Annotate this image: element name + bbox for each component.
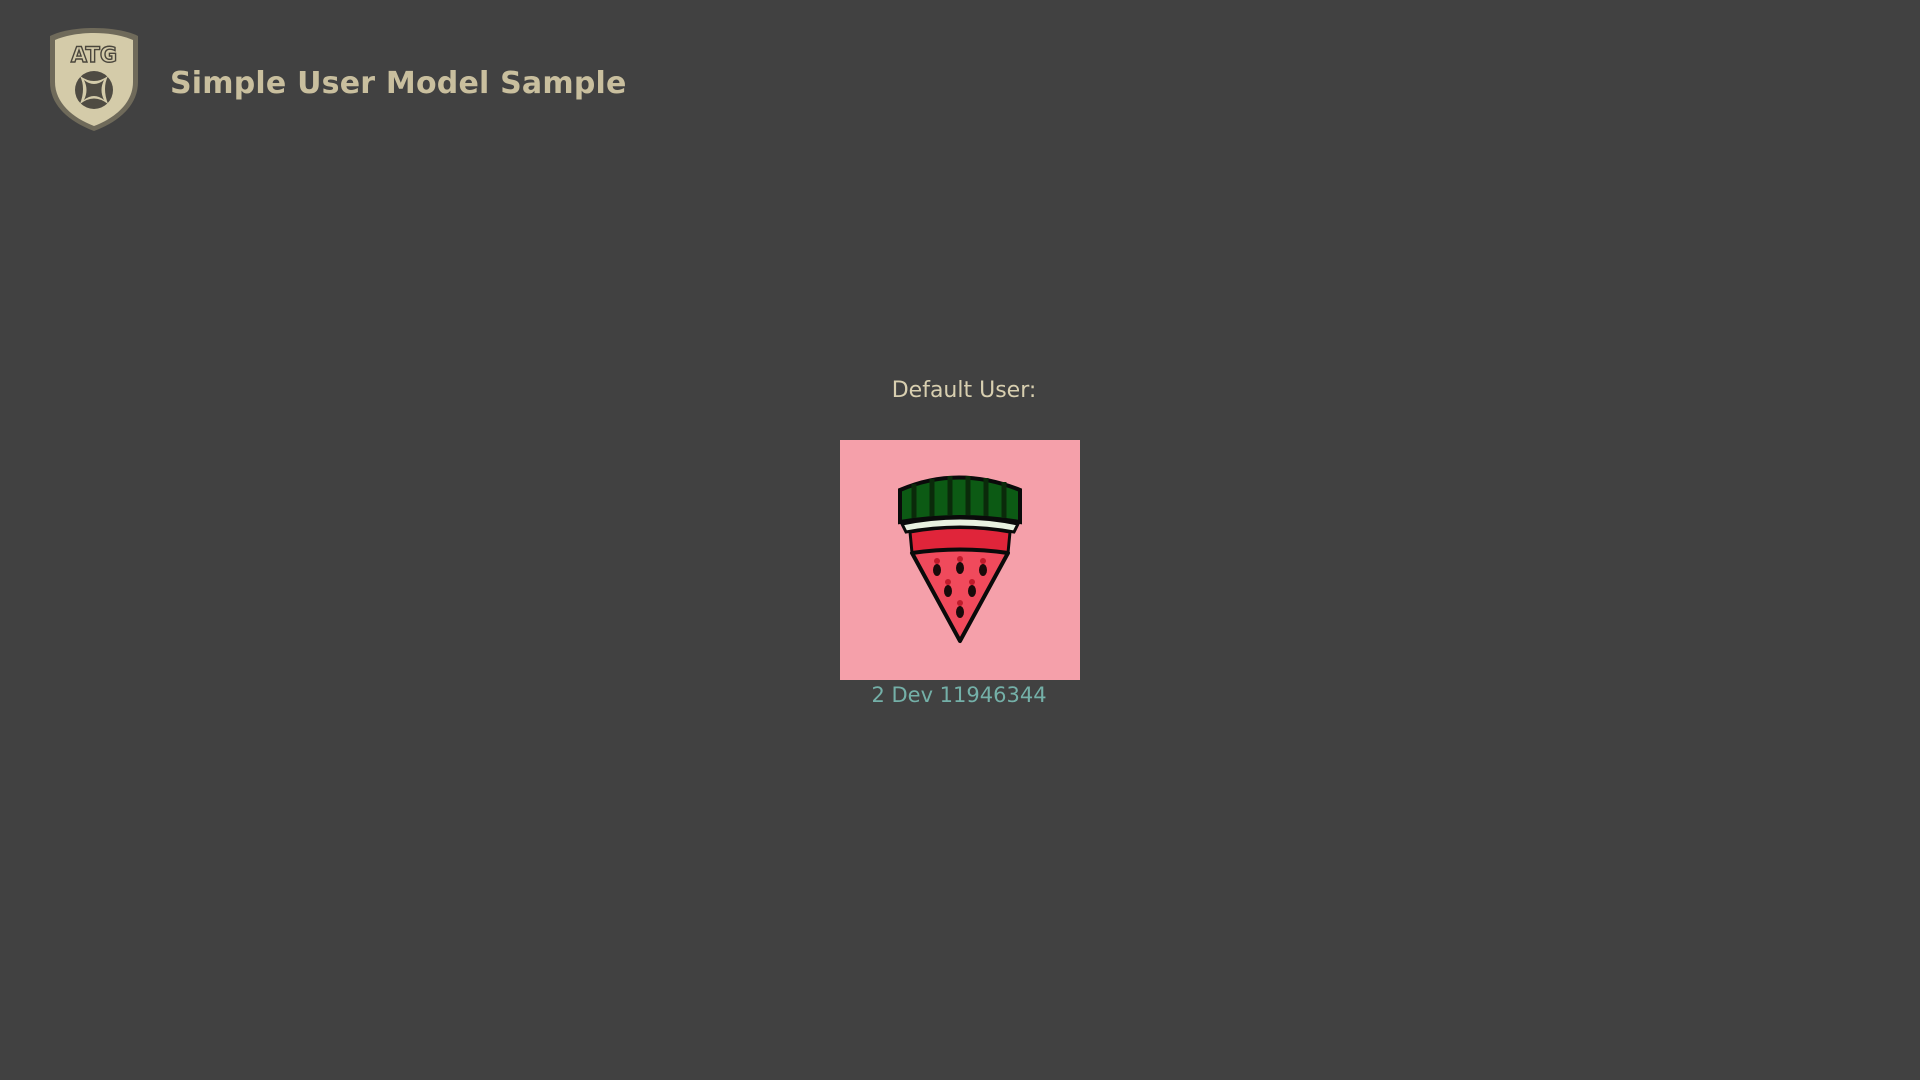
page-title: Simple User Model Sample: [170, 66, 627, 101]
logo-text: ATG: [71, 43, 117, 67]
atg-logo: ATG: [46, 26, 142, 133]
user-gamertag: 2 Dev 11946344: [871, 683, 1047, 707]
user-avatar[interactable]: [840, 440, 1080, 680]
watermelon-icon: [898, 475, 1022, 643]
default-user-label: Default User:: [891, 378, 1037, 403]
